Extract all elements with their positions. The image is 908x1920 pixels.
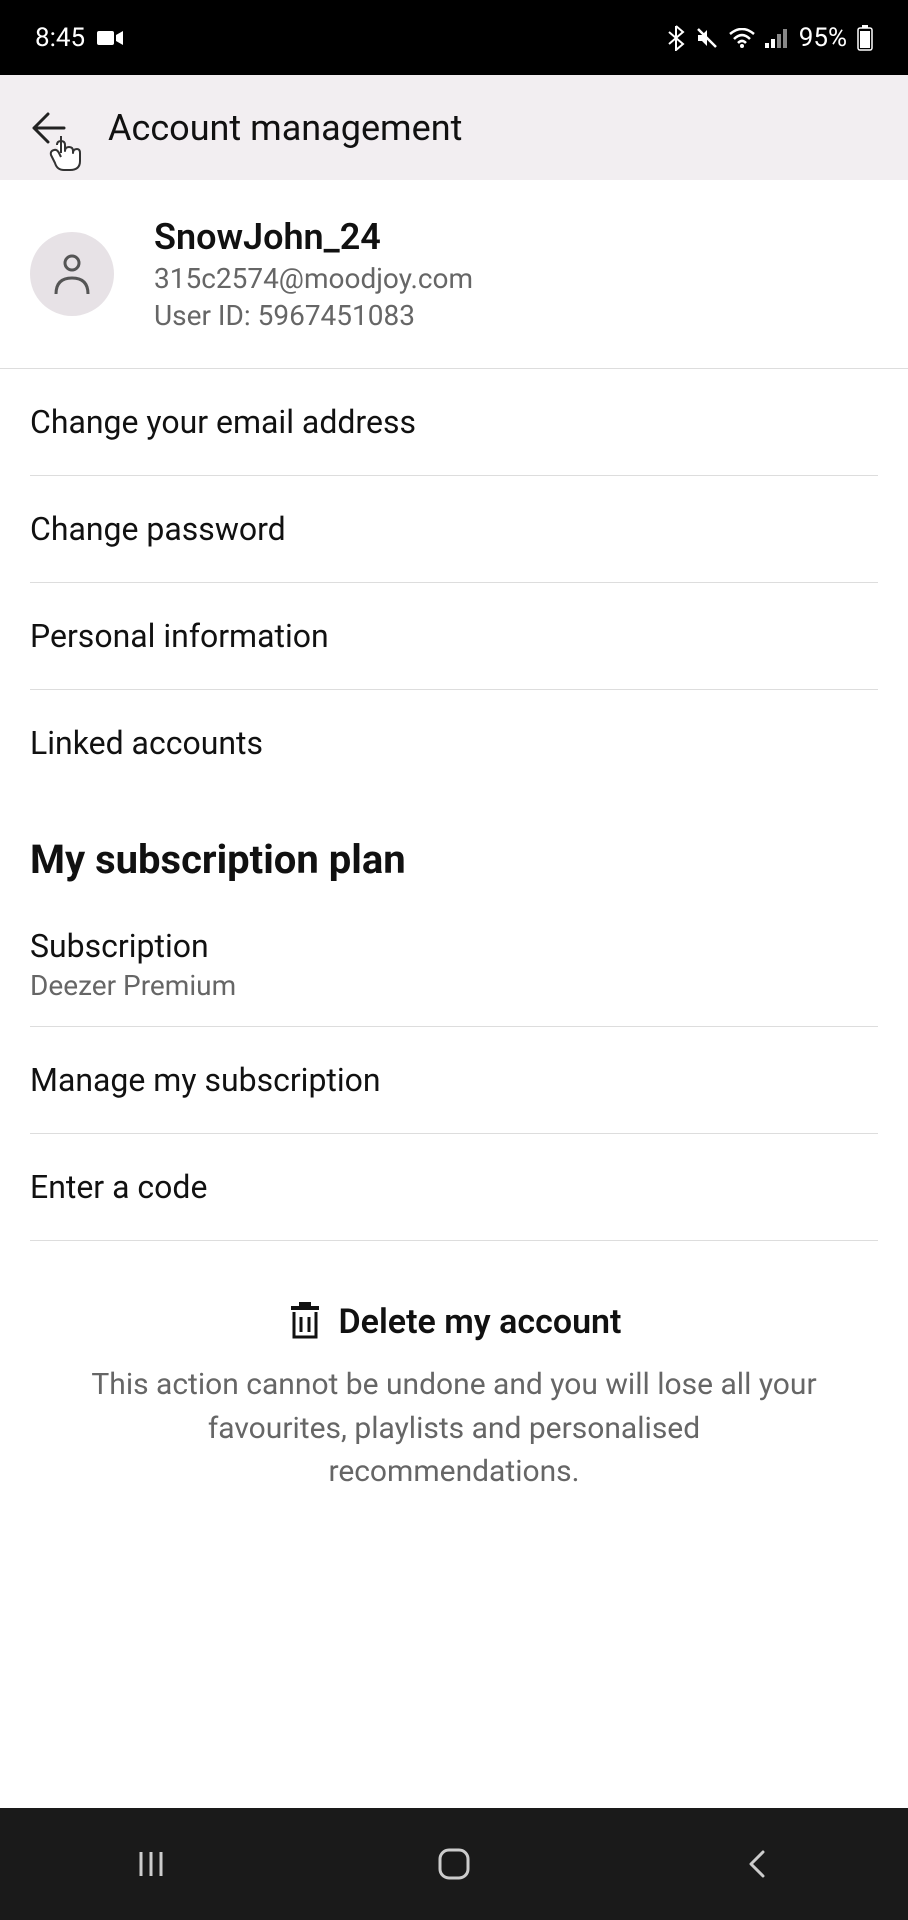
app-header: Account management	[0, 75, 908, 180]
video-record-icon	[97, 29, 123, 47]
back-button[interactable]	[28, 108, 68, 148]
nav-back-button[interactable]	[727, 1834, 787, 1894]
person-icon	[52, 252, 92, 296]
menu-item-label: Manage my subscription	[30, 1061, 381, 1099]
account-menu: Change your email address Change passwor…	[0, 369, 908, 796]
delete-account-button[interactable]: Delete my account	[287, 1301, 622, 1343]
trash-icon	[287, 1301, 323, 1343]
username: SnowJohn_24	[154, 216, 473, 258]
menu-item-change-password[interactable]: Change password	[30, 476, 878, 583]
arrow-left-icon	[28, 108, 68, 148]
menu-item-enter-code[interactable]: Enter a code	[30, 1134, 878, 1241]
menu-item-manage-subscription[interactable]: Manage my subscription	[30, 1027, 878, 1134]
status-left: 8:45	[35, 23, 123, 53]
delete-block: Delete my account This action cannot be …	[0, 1241, 908, 1514]
nav-home-button[interactable]	[424, 1834, 484, 1894]
delete-warning: This action cannot be undone and you wil…	[30, 1363, 878, 1494]
menu-item-change-email[interactable]: Change your email address	[30, 369, 878, 476]
menu-item-label: Change your email address	[30, 403, 416, 441]
menu-item-label: Change password	[30, 510, 286, 548]
status-time: 8:45	[35, 23, 85, 53]
recents-icon	[133, 1846, 169, 1882]
email: 315c2574@moodjoy.com	[154, 262, 473, 295]
menu-item-subscription[interactable]: Subscription Deezer Premium	[30, 903, 878, 1027]
mute-icon	[695, 26, 719, 50]
menu-item-linked-accounts[interactable]: Linked accounts	[30, 690, 878, 796]
signal-icon	[765, 28, 789, 48]
menu-item-label: Enter a code	[30, 1168, 207, 1206]
status-bar: 8:45 95%	[0, 0, 908, 75]
user-id: User ID: 5967451083	[154, 299, 473, 332]
menu-item-personal-info[interactable]: Personal information	[30, 583, 878, 690]
avatar	[30, 232, 114, 316]
section-title-subscription: My subscription plan	[0, 796, 908, 903]
wifi-icon	[729, 28, 755, 48]
battery-percent: 95%	[799, 23, 847, 53]
profile-block[interactable]: SnowJohn_24 315c2574@moodjoy.com User ID…	[0, 180, 908, 369]
system-nav-bar	[0, 1808, 908, 1920]
back-icon	[743, 1846, 771, 1882]
menu-item-sublabel: Deezer Premium	[30, 969, 878, 1002]
battery-icon	[857, 25, 873, 51]
content: SnowJohn_24 315c2574@moodjoy.com User ID…	[0, 180, 908, 1514]
subscription-menu: Subscription Deezer Premium Manage my su…	[0, 903, 908, 1241]
status-right: 95%	[667, 23, 873, 53]
menu-item-label: Subscription	[30, 927, 878, 965]
menu-item-label: Linked accounts	[30, 724, 263, 762]
delete-label: Delete my account	[339, 1302, 622, 1342]
nav-recents-button[interactable]	[121, 1834, 181, 1894]
page-title: Account management	[108, 107, 462, 149]
menu-item-label: Personal information	[30, 617, 329, 655]
home-icon	[435, 1845, 473, 1883]
profile-info: SnowJohn_24 315c2574@moodjoy.com User ID…	[154, 216, 473, 332]
bluetooth-icon	[667, 25, 685, 51]
